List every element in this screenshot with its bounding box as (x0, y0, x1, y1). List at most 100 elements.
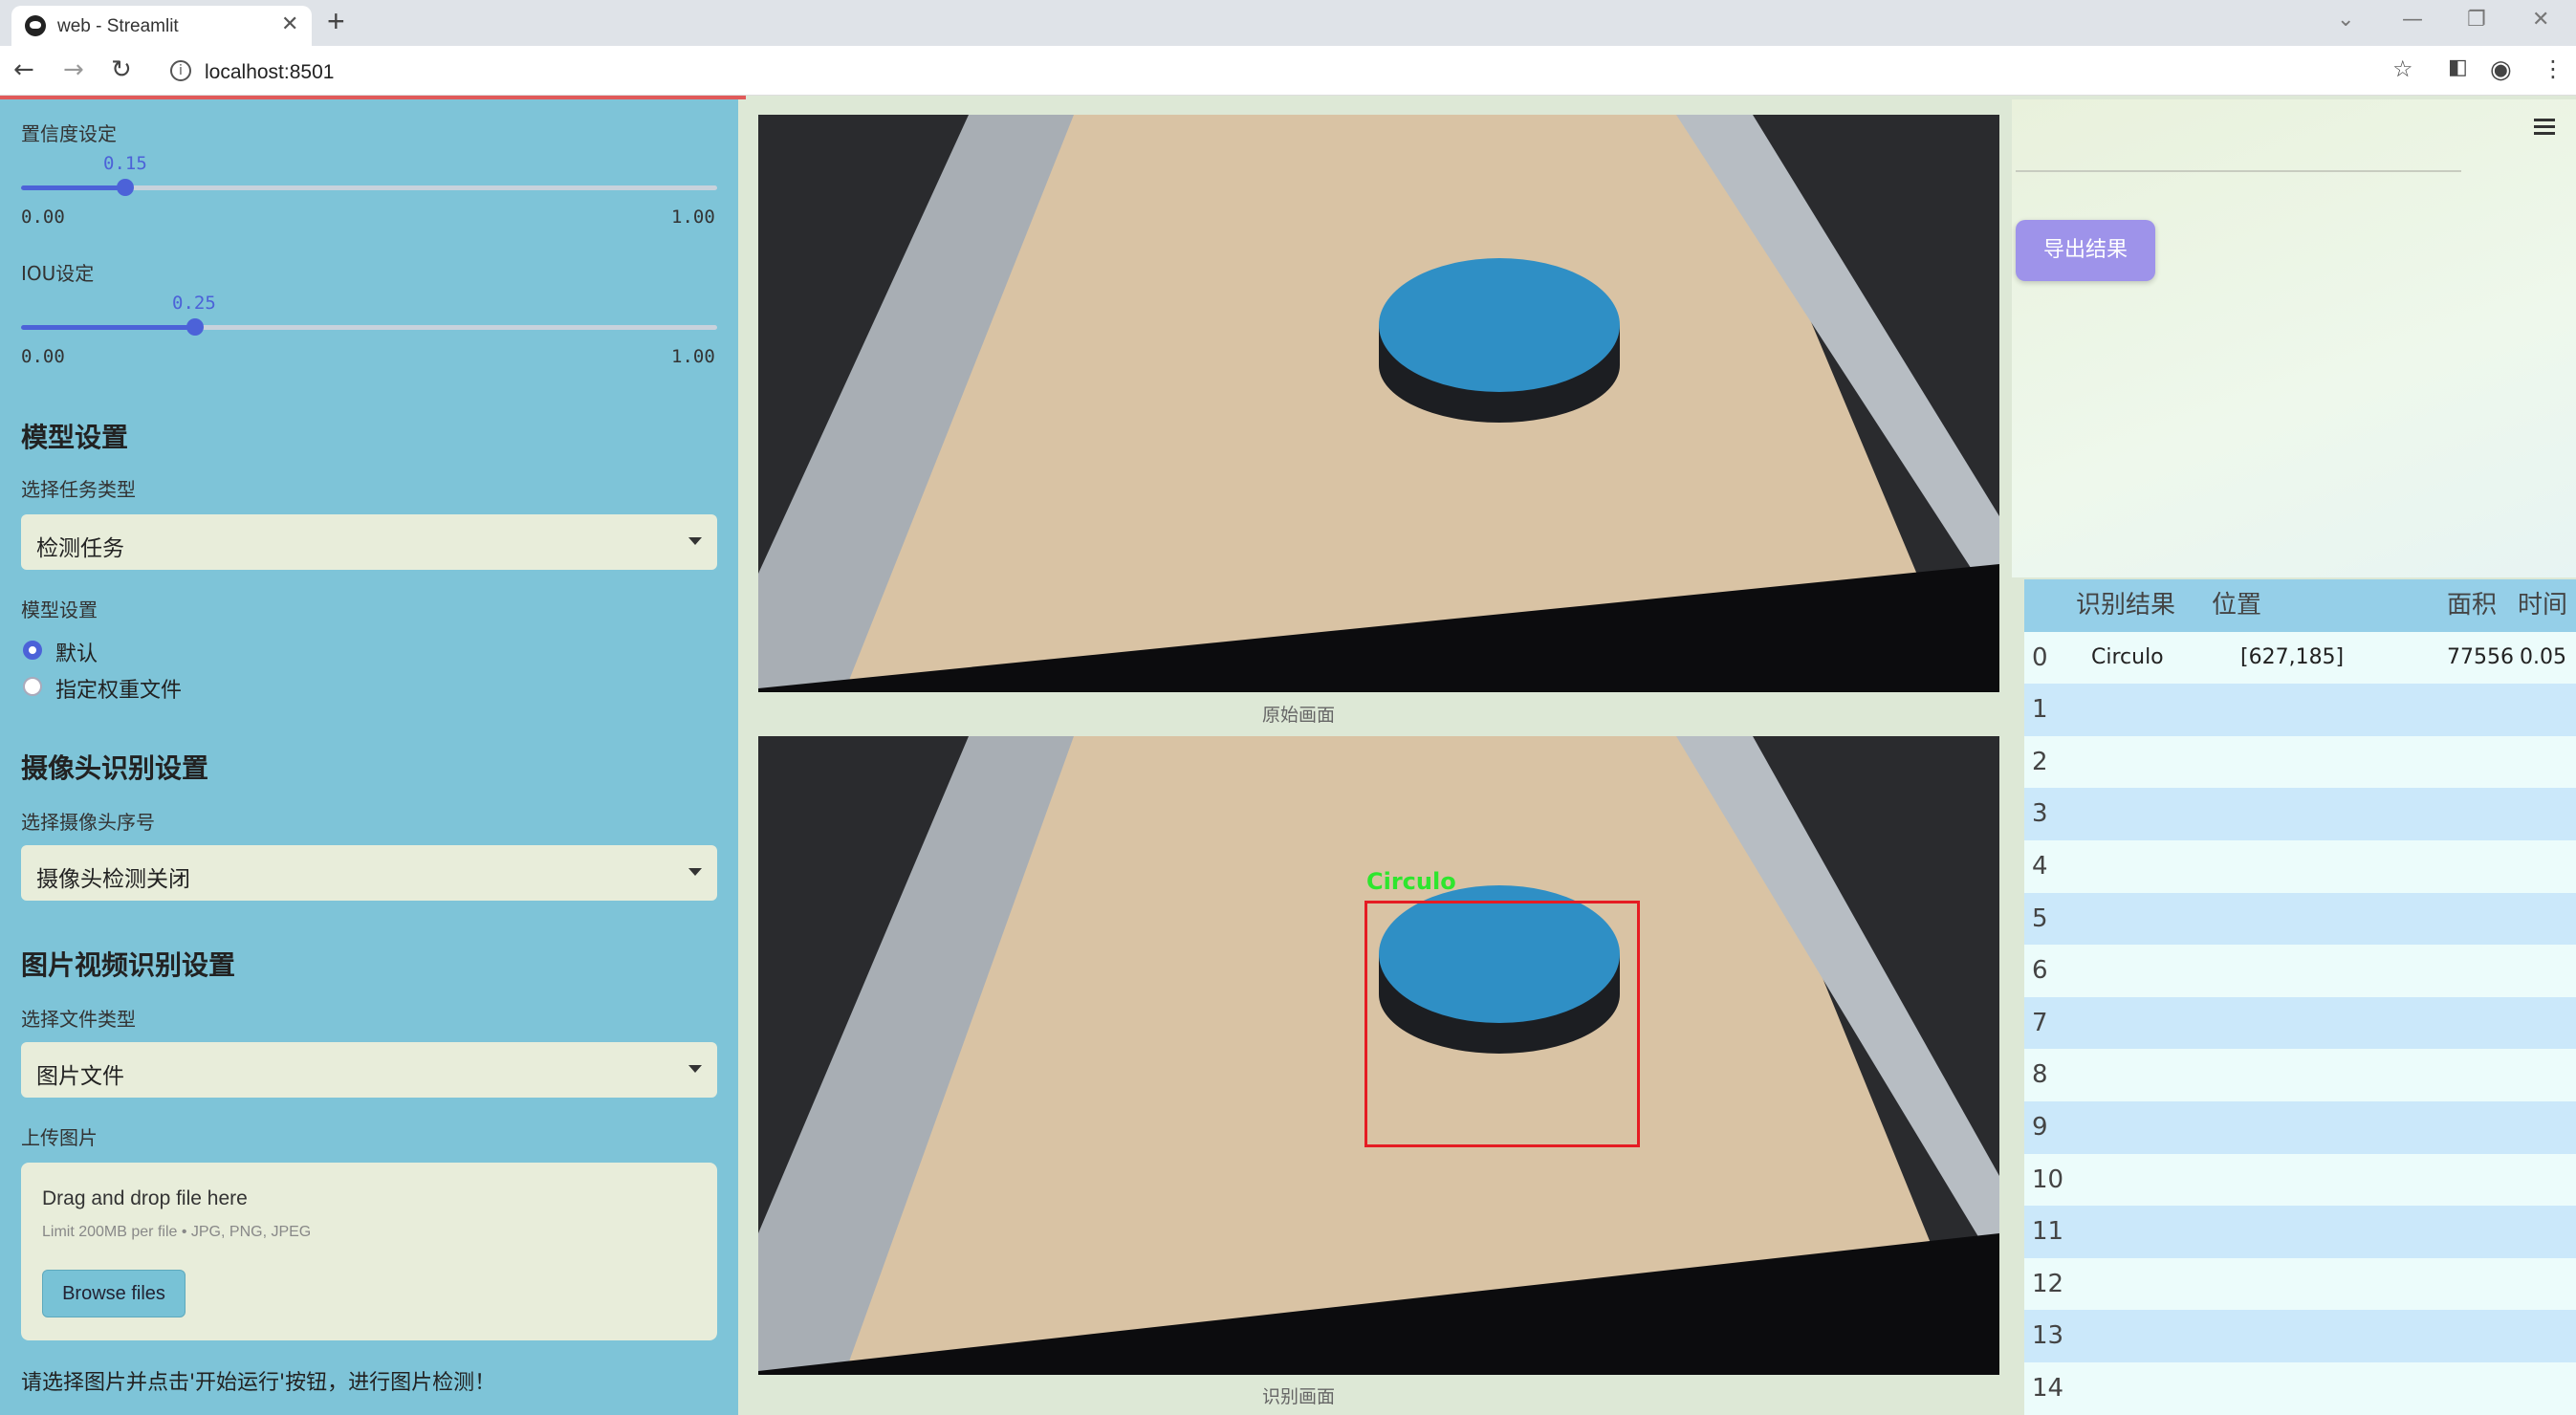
detection-bounding-box (1364, 901, 1640, 1147)
table-row[interactable]: 7 (2024, 996, 2576, 1050)
cell-result (2091, 1049, 2206, 1101)
table-row[interactable]: 8 (2024, 1049, 2576, 1101)
restore-icon[interactable]: ❐ (2467, 8, 2486, 32)
browse-files-button[interactable]: Browse files (42, 1270, 186, 1317)
table-row[interactable]: 1 (2024, 684, 2576, 736)
column-header-time[interactable]: 时间 (2518, 579, 2576, 632)
confidence-slider-thumb[interactable] (117, 179, 134, 196)
instruction-text: 请选择图片并点击'开始运行'按钮，进行图片检测！ (21, 1371, 496, 1395)
forward-icon[interactable]: → (63, 55, 84, 84)
cell-position (2240, 1258, 2374, 1311)
close-tab-icon[interactable]: ✕ (281, 12, 298, 36)
confidence-slider[interactable] (21, 179, 717, 196)
table-row[interactable]: 3 (2024, 788, 2576, 840)
new-tab-icon[interactable]: + (327, 4, 345, 39)
dropzone-limit: Limit 200MB per file • JPG, PNG, JPEG (42, 1224, 312, 1240)
table-row[interactable]: 0 Circulo [627,185] 77556 0.05 (2024, 631, 2576, 685)
cell-result (2091, 684, 2206, 736)
cell-position (2240, 1206, 2374, 1258)
bookmark-star-icon[interactable]: ☆ (2392, 55, 2413, 82)
hamburger-menu-icon[interactable] (2534, 119, 2555, 139)
column-header-position[interactable]: 位置 (2212, 579, 2346, 632)
column-header-result[interactable]: 识别结果 (2076, 579, 2210, 632)
column-header-index (2034, 579, 2072, 632)
cell-position (2240, 1154, 2374, 1207)
task-type-select[interactable]: 检测任务 (21, 514, 717, 570)
row-index: 11 (2032, 1217, 2064, 1247)
cell-time (2520, 945, 2576, 997)
cell-position: [627,185] (2240, 644, 2345, 669)
table-row[interactable]: 4 (2024, 840, 2576, 893)
cell-result (2091, 840, 2206, 893)
iou-slider[interactable] (21, 318, 717, 336)
iou-slider-thumb[interactable] (186, 318, 204, 336)
close-window-icon[interactable]: ✕ (2532, 8, 2549, 32)
cell-time (2520, 1258, 2576, 1311)
row-index: 13 (2032, 1321, 2064, 1351)
model-settings-header: 模型设置 (21, 422, 129, 453)
table-row[interactable]: 2 (2024, 735, 2576, 789)
column-header-area[interactable]: 面积 (2447, 579, 2514, 632)
table-row[interactable]: 6 (2024, 945, 2576, 997)
back-icon[interactable]: ← (13, 55, 34, 84)
cell-time (2520, 684, 2576, 736)
browser-menu-icon[interactable]: ⋮ (2542, 55, 2565, 82)
side-panel-icon[interactable]: ◧ (2448, 55, 2468, 79)
dropzone-title: Drag and drop file here (42, 1187, 248, 1209)
tab-search-icon[interactable]: ⌄ (2337, 8, 2354, 32)
detection-caption: 识别画面 (1262, 1386, 1336, 1407)
row-index: 5 (2032, 903, 2048, 933)
cell-area (2447, 684, 2514, 736)
table-row[interactable]: 9 (2024, 1101, 2576, 1154)
cell-area (2447, 1310, 2514, 1362)
browser-tab[interactable]: web - Streamlit ✕ (11, 6, 312, 46)
original-caption: 原始画面 (1262, 705, 1336, 726)
cell-time (2520, 840, 2576, 893)
export-results-button[interactable]: 导出结果 (2016, 220, 2155, 281)
cell-result (2091, 945, 2206, 997)
cell-time (2520, 1206, 2576, 1258)
cell-result (2091, 1101, 2206, 1154)
file-settings-header: 图片视频识别设置 (21, 949, 236, 981)
cell-area (2447, 1206, 2514, 1258)
upload-label: 上传图片 (21, 1126, 98, 1149)
table-row[interactable]: 11 (2024, 1206, 2576, 1258)
cell-position (2240, 1310, 2374, 1362)
camera-index-label: 选择摄像头序号 (21, 811, 155, 834)
row-index: 9 (2032, 1113, 2048, 1142)
url-field[interactable]: i localhost:8501 (153, 54, 2429, 90)
file-dropzone[interactable]: Drag and drop file here Limit 200MB per … (21, 1163, 717, 1340)
cell-result (2091, 893, 2206, 946)
cell-time (2520, 893, 2576, 946)
row-index: 0 (2032, 642, 2048, 672)
profile-avatar-icon[interactable]: ◉ (2490, 55, 2512, 84)
radio-custom-weights[interactable] (23, 677, 42, 696)
original-image (758, 115, 1999, 692)
cell-time (2520, 1101, 2576, 1154)
site-info-icon[interactable]: i (170, 60, 191, 81)
tab-title: web - Streamlit (57, 16, 179, 36)
table-row[interactable]: 5 (2024, 892, 2576, 946)
cell-area (2447, 1101, 2514, 1154)
iou-min: 0.00 (21, 346, 65, 367)
iou-max: 1.00 (671, 346, 715, 367)
table-header: 识别结果 位置 面积 时间 (2024, 579, 2576, 632)
minimize-icon[interactable]: — (2402, 8, 2423, 32)
camera-index-select[interactable]: 摄像头检测关闭 (21, 845, 717, 901)
confidence-max: 1.00 (671, 207, 715, 228)
cell-position (2240, 893, 2374, 946)
cell-position (2240, 788, 2374, 840)
table-row[interactable]: 13 (2024, 1310, 2576, 1362)
browser-tab-bar: web - Streamlit ✕ + ⌄ — ❐ ✕ (0, 0, 2576, 46)
table-row[interactable]: 14 (2024, 1362, 2576, 1415)
cell-position (2240, 840, 2374, 893)
file-type-select[interactable]: 图片文件 (21, 1042, 717, 1098)
cell-result (2091, 788, 2206, 840)
radio-default[interactable] (23, 641, 42, 660)
sidebar: 置信度设定 0.15 0.00 1.00 IOU设定 0.25 0.00 1.0… (0, 99, 738, 1415)
cell-result (2091, 1154, 2206, 1207)
reload-icon[interactable]: ↻ (111, 55, 132, 84)
camera-index-value: 摄像头检测关闭 (36, 867, 190, 892)
table-row[interactable]: 10 (2024, 1153, 2576, 1207)
table-row[interactable]: 12 (2024, 1257, 2576, 1311)
